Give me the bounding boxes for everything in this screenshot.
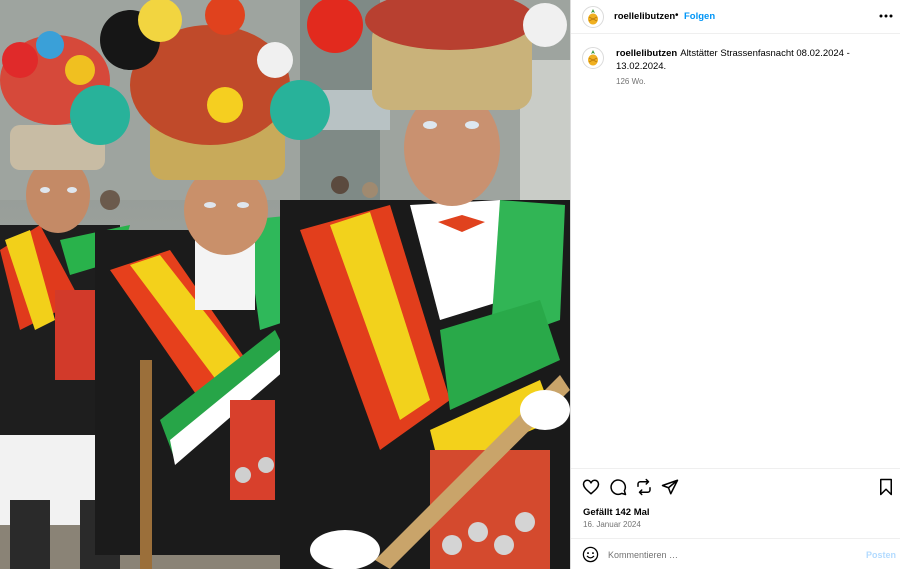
post-header: roellelibutzen • Folgen — [571, 0, 900, 34]
post-comment-button[interactable]: Posten — [866, 550, 896, 560]
caption-text-block: roellelibutzen Altstätter Strassenfasnach… — [616, 47, 861, 73]
comment-icon[interactable] — [609, 478, 627, 496]
heart-icon[interactable] — [582, 478, 600, 496]
send-icon[interactable] — [661, 478, 679, 496]
post-side-panel: roellelibutzen • Folgen roellelibutzen Al… — [570, 0, 900, 569]
emoji-icon[interactable] — [582, 546, 599, 563]
pineapple-avatar-icon — [588, 9, 598, 25]
pineapple-avatar-icon — [588, 50, 598, 66]
follow-button[interactable]: Folgen — [684, 11, 715, 22]
bookmark-icon[interactable] — [877, 478, 895, 496]
carnival-figures-illustration — [0, 0, 570, 569]
caption-username[interactable]: roellelibutzen — [616, 48, 677, 59]
more-options-icon[interactable] — [878, 8, 894, 24]
caption-age[interactable]: 126 Wo. — [616, 77, 646, 86]
post-photo[interactable] — [0, 0, 570, 569]
like-count[interactable]: Gefällt 142 Mal — [583, 507, 650, 518]
comment-bar: Posten — [571, 538, 900, 569]
post-date[interactable]: 16. Januar 2024 — [583, 520, 641, 529]
caption-avatar[interactable] — [582, 47, 604, 69]
avatar[interactable] — [582, 6, 604, 28]
action-bar: Gefällt 142 Mal 16. Januar 2024 — [571, 468, 900, 538]
repost-icon[interactable] — [635, 478, 653, 496]
comment-input[interactable] — [608, 547, 848, 563]
username[interactable]: roellelibutzen — [614, 11, 675, 22]
separator-dot: • — [675, 10, 679, 21]
